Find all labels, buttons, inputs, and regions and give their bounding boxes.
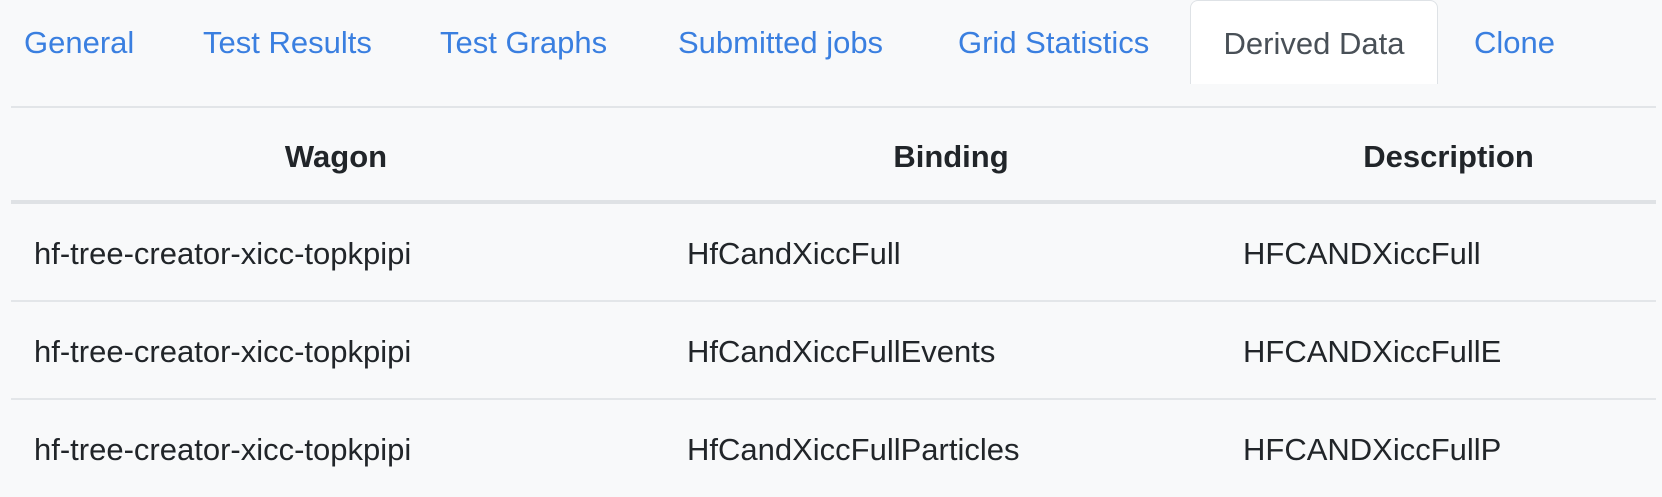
cell-description: HFCANDXiccFull — [1243, 236, 1481, 271]
derived-data-page: General Test Results Test Graphs Submitt… — [0, 0, 1662, 497]
cell-binding: HfCandXiccFull — [687, 236, 901, 271]
table-header: Wagon Binding Description — [11, 108, 1656, 204]
cell-binding: HfCandXiccFullParticles — [687, 432, 1020, 467]
tab-grid-statistics[interactable]: Grid Statistics — [958, 0, 1149, 84]
cell-wagon: hf-tree-creator-xicc-topkpipi — [34, 334, 412, 369]
cell-description: HFCANDXiccFullE — [1243, 334, 1502, 369]
table-row: hf-tree-creator-xicc-topkpipi HfCandXicc… — [11, 204, 1656, 302]
tab-bar: General Test Results Test Graphs Submitt… — [0, 0, 1662, 84]
tab-test-graphs[interactable]: Test Graphs — [440, 0, 607, 84]
cell-wagon: hf-tree-creator-xicc-topkpipi — [34, 236, 412, 271]
cell-description: HFCANDXiccFullP — [1243, 432, 1502, 467]
column-header-wagon: Wagon — [284, 139, 388, 174]
column-header-binding: Binding — [893, 139, 1009, 174]
tab-clone[interactable]: Clone — [1474, 0, 1555, 84]
tab-submitted-jobs[interactable]: Submitted jobs — [678, 0, 883, 84]
column-header-description: Description — [1363, 139, 1534, 174]
cell-wagon: hf-tree-creator-xicc-topkpipi — [34, 432, 412, 467]
tab-general[interactable]: General — [24, 0, 134, 84]
tab-test-results[interactable]: Test Results — [203, 0, 372, 84]
tab-derived-data[interactable]: Derived Data — [1190, 0, 1438, 84]
derived-data-table: Wagon Binding Description hf-tree-creato… — [11, 108, 1656, 497]
table-body: hf-tree-creator-xicc-topkpipi HfCandXicc… — [11, 204, 1656, 497]
cell-binding: HfCandXiccFullEvents — [687, 334, 996, 369]
table-row: hf-tree-creator-xicc-topkpipi HfCandXicc… — [11, 400, 1656, 497]
table-row: hf-tree-creator-xicc-topkpipi HfCandXicc… — [11, 302, 1656, 400]
